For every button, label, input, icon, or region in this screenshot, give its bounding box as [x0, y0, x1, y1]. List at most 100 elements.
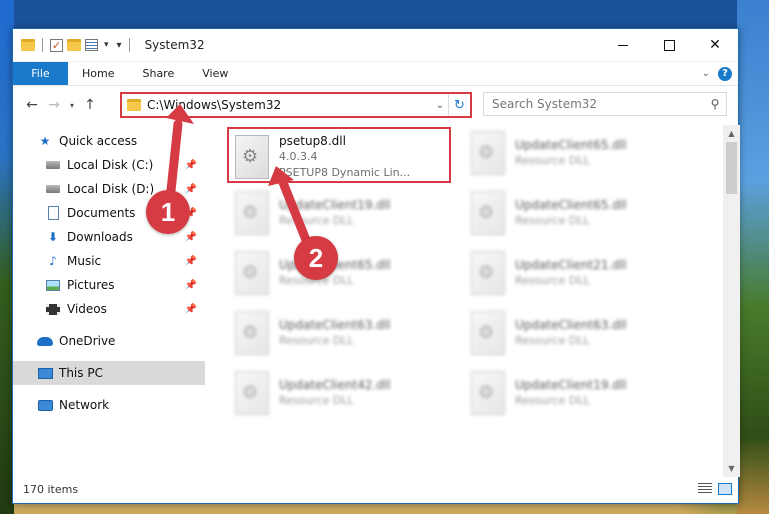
- file-highlight-box: [227, 127, 451, 183]
- file-description: Resource DLL: [279, 334, 354, 347]
- pin-icon[interactable]: 📌: [185, 256, 197, 267]
- file-name: UpdateClient63.dll: [279, 318, 391, 332]
- up-arrow-icon[interactable]: ↑: [79, 97, 101, 113]
- large-icons-view-icon[interactable]: [718, 483, 732, 495]
- sidebar-item-music[interactable]: ♪ Music 📌: [13, 249, 205, 273]
- folder-icon: [127, 99, 141, 111]
- close-button[interactable]: ✕: [692, 29, 738, 62]
- local-disk-icon: [45, 182, 61, 196]
- explorer-window: ✓ ▾ ▾ System32 ✕ File Home Share View ⌄ …: [12, 28, 740, 504]
- file-description: Resource DLL: [515, 394, 590, 407]
- refresh-icon[interactable]: ↻: [448, 94, 470, 116]
- search-icon[interactable]: ⚲: [704, 97, 726, 111]
- navigation-pane: ★ Quick access Local Disk (C:) 📌 Local D…: [13, 125, 205, 477]
- new-folder-icon[interactable]: [67, 39, 81, 51]
- sidebar-item-label: This PC: [59, 366, 103, 380]
- chevron-down-icon[interactable]: ▾: [104, 40, 109, 50]
- file-item[interactable]: UpdateClient21.dll Resource DLL: [467, 245, 689, 301]
- dll-file-icon: [471, 191, 505, 235]
- cloud-icon: [37, 334, 53, 348]
- sidebar-item-network[interactable]: Network: [13, 393, 205, 417]
- pin-icon[interactable]: 📌: [185, 160, 197, 171]
- pin-icon[interactable]: 📌: [185, 184, 197, 195]
- file-item[interactable]: UpdateClient65.dll Resource DLL: [467, 185, 689, 241]
- sidebar-item-label: Music: [67, 254, 102, 268]
- navigation-bar: ← → ▾ ↑ C:\Windows\System32 ⌄ ↻ Search S…: [13, 86, 738, 124]
- dll-file-icon: [235, 371, 269, 415]
- recent-locations-icon[interactable]: ▾: [65, 101, 79, 110]
- customize-toolbar-icon[interactable]: ▾: [117, 40, 122, 51]
- file-item[interactable]: UpdateClient63.dll Resource DLL: [231, 305, 453, 361]
- expand-ribbon-icon[interactable]: ⌄: [702, 68, 710, 79]
- step-badge-1: 1: [146, 190, 190, 234]
- sidebar-item-this-pc[interactable]: This PC: [13, 361, 205, 385]
- file-item[interactable]: UpdateClient63.dll Resource DLL: [467, 305, 689, 361]
- sidebar-item-videos[interactable]: Videos 📌: [13, 297, 205, 321]
- checkmark-icon[interactable]: ✓: [50, 38, 63, 52]
- folder-icon[interactable]: [21, 39, 35, 51]
- file-list: psetup8.dll 4.0.3.4 PSETUP8 Dynamic Lin.…: [205, 125, 740, 477]
- file-item[interactable]: UpdateClient19.dll Resource DLL: [231, 185, 453, 241]
- file-name: UpdateClient42.dll: [279, 378, 391, 392]
- videos-icon: [45, 302, 61, 316]
- downloads-icon: ⬇: [47, 230, 59, 244]
- sidebar-item-quick-access[interactable]: ★ Quick access: [13, 129, 205, 153]
- documents-icon: [45, 206, 61, 220]
- ribbon-tabs: File Home Share View ⌄ ?: [13, 62, 738, 86]
- pin-icon[interactable]: 📌: [185, 280, 197, 291]
- sidebar-item-local-disk-c[interactable]: Local Disk (C:) 📌: [13, 153, 205, 177]
- tab-file[interactable]: File: [13, 62, 68, 85]
- help-icon[interactable]: ?: [718, 66, 732, 81]
- file-item[interactable]: UpdateClient65.dll Resource DLL: [231, 245, 453, 301]
- window-title: System32: [144, 38, 205, 52]
- sidebar-item-label: Documents: [67, 206, 136, 220]
- dll-file-icon: [471, 251, 505, 295]
- minimize-button[interactable]: [600, 29, 646, 62]
- file-item[interactable]: UpdateClient65.dll Resource DLL: [467, 125, 689, 181]
- dll-file-icon: [235, 311, 269, 355]
- file-item[interactable]: UpdateClient19.dll Resource DLL: [467, 365, 689, 421]
- file-description: Resource DLL: [515, 154, 590, 167]
- sidebar-item-onedrive[interactable]: OneDrive: [13, 329, 205, 353]
- file-name: UpdateClient19.dll: [515, 378, 627, 392]
- tab-share[interactable]: Share: [128, 62, 188, 85]
- sidebar-item-label: Videos: [67, 302, 107, 316]
- search-input[interactable]: Search System32 ⚲: [483, 92, 727, 116]
- dll-file-icon: [471, 371, 505, 415]
- file-name: UpdateClient65.dll: [515, 198, 627, 212]
- file-name: UpdateClient65.dll: [515, 138, 627, 152]
- pin-icon[interactable]: 📌: [185, 304, 197, 315]
- pin-icon[interactable]: 📌: [185, 232, 197, 243]
- chevron-down-icon[interactable]: ⌄: [432, 100, 448, 111]
- file-item[interactable]: UpdateClient42.dll Resource DLL: [231, 365, 453, 421]
- address-path[interactable]: C:\Windows\System32: [147, 98, 432, 112]
- status-bar: 170 items: [13, 475, 740, 503]
- scroll-thumb[interactable]: [726, 142, 737, 194]
- scroll-up-icon[interactable]: ▲: [723, 125, 740, 142]
- back-arrow-icon[interactable]: ←: [21, 97, 43, 113]
- search-placeholder: Search System32: [492, 97, 598, 111]
- forward-arrow-icon[interactable]: →: [43, 97, 65, 113]
- step-badge-2: 2: [294, 236, 338, 280]
- address-bar[interactable]: C:\Windows\System32 ⌄ ↻: [120, 92, 472, 118]
- window-controls: ✕: [600, 29, 738, 62]
- pictures-icon: [45, 278, 61, 292]
- sidebar-item-pictures[interactable]: Pictures 📌: [13, 273, 205, 297]
- tab-home[interactable]: Home: [68, 62, 128, 85]
- dll-file-icon: [471, 131, 505, 175]
- quick-access-toolbar: ✓ ▾ ▾: [21, 38, 133, 52]
- details-view-icon[interactable]: [698, 483, 712, 495]
- sidebar-item-label: Local Disk (C:): [67, 158, 154, 172]
- sidebar-item-label: Local Disk (D:): [67, 182, 155, 196]
- dll-file-icon: [471, 311, 505, 355]
- properties-icon[interactable]: [85, 39, 98, 51]
- toolbar-divider: [42, 38, 43, 52]
- toolbar-divider: [128, 38, 130, 52]
- vertical-scrollbar[interactable]: ▲ ▼: [723, 125, 740, 477]
- view-toggle: [698, 483, 740, 495]
- tab-view[interactable]: View: [188, 62, 242, 85]
- maximize-button[interactable]: [646, 29, 692, 62]
